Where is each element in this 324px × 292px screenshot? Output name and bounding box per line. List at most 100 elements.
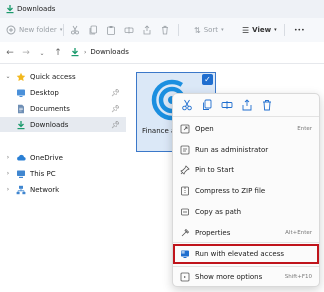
nav-item-label: Quick access	[30, 72, 76, 81]
copy-icon[interactable]	[88, 25, 98, 35]
sort-icon: ⇅	[194, 25, 201, 35]
menu-item-show-more-options[interactable]: Show more options Shift+F10	[173, 268, 319, 286]
toolbar-divider	[63, 24, 64, 36]
menu-item-properties[interactable]: Properties Alt+Enter	[173, 224, 319, 242]
share-icon[interactable]	[142, 25, 152, 35]
share-icon[interactable]	[241, 99, 253, 111]
back-button[interactable]: ←	[4, 47, 16, 59]
delete-icon[interactable]	[261, 99, 273, 111]
chevron-right-icon: ›	[84, 48, 87, 56]
nav-item-quick-access[interactable]: ⌄ Quick access	[0, 69, 126, 84]
up-button[interactable]: ↑	[52, 47, 64, 59]
window-title: Downloads	[17, 5, 56, 13]
arrow-right-icon: →	[22, 48, 30, 58]
more-options-icon	[180, 272, 190, 282]
nav-item-label: OneDrive	[30, 153, 63, 162]
chevron-right-icon[interactable]: ›	[4, 186, 12, 193]
navigation-pane: ⌄ Quick access Desktop 📌︎ Documents 📌︎ D…	[0, 64, 128, 292]
network-icon	[16, 185, 26, 194]
new-folder-label: New folder	[19, 26, 57, 34]
sort-label: Sort	[203, 26, 219, 34]
breadcrumb[interactable]: › Downloads	[70, 47, 129, 57]
desktop-icon	[17, 89, 25, 97]
command-bar: New folder ▾ ⇅ Sort ▾ ☰ View ▾ •••	[0, 18, 324, 42]
shield-icon	[180, 145, 190, 155]
view-icon: ☰	[242, 25, 250, 35]
arrow-up-icon: ↑	[54, 48, 62, 58]
new-folder-button[interactable]: New folder ▾	[6, 18, 62, 42]
menu-divider	[173, 266, 319, 267]
delete-icon[interactable]	[160, 25, 170, 35]
chevron-right-icon[interactable]: ›	[4, 170, 12, 177]
nav-item-desktop[interactable]: Desktop 📌︎	[0, 85, 126, 100]
open-icon	[180, 124, 190, 134]
arrow-left-icon: ←	[6, 48, 14, 58]
nav-item-onedrive[interactable]: › OneDrive	[0, 150, 126, 165]
download-icon	[71, 48, 79, 57]
menu-item-shortcut: Alt+Enter	[285, 230, 312, 236]
menu-item-open[interactable]: Open Enter	[173, 120, 319, 138]
nav-item-label: Desktop	[30, 88, 59, 97]
pin-icon	[180, 165, 190, 175]
rename-icon[interactable]	[221, 99, 233, 111]
elevated-icon	[181, 250, 189, 258]
menu-item-label: Show more options	[195, 273, 263, 281]
menu-item-pin-to-start[interactable]: Pin to Start	[173, 161, 319, 179]
file-name: Finance a	[142, 127, 176, 135]
sort-button[interactable]: ⇅ Sort ▾	[194, 18, 224, 42]
more-label: •••	[294, 26, 305, 34]
view-button[interactable]: ☰ View ▾	[242, 18, 277, 42]
cloud-icon	[17, 154, 26, 161]
download-icon	[17, 120, 25, 129]
nav-item-label: Network	[30, 185, 60, 194]
star-icon	[16, 72, 26, 81]
menu-divider	[173, 116, 319, 117]
forward-button[interactable]: →	[20, 47, 32, 59]
nav-item-documents[interactable]: Documents 📌︎	[0, 101, 126, 116]
menu-item-label: Run with elevated access	[195, 250, 285, 258]
cut-icon[interactable]	[181, 99, 193, 111]
properties-icon	[181, 228, 190, 237]
more-button[interactable]: •••	[294, 18, 305, 42]
menu-item-shortcut: Enter	[297, 126, 312, 132]
menu-item-copy-as-path[interactable]: Copy as path	[173, 203, 319, 221]
menu-item-label: Open	[195, 125, 214, 133]
copy-icon[interactable]	[201, 99, 213, 111]
chevron-down-icon[interactable]: ⌄	[4, 73, 12, 80]
toolbar-divider	[178, 24, 179, 36]
checkbox-checked-icon[interactable]: ✓	[202, 74, 213, 85]
menu-item-run-elevated[interactable]: Run with elevated access	[173, 244, 319, 264]
cut-icon[interactable]	[70, 25, 80, 35]
recent-button[interactable]: ⌄	[36, 47, 48, 59]
chevron-down-icon: ⌄	[39, 49, 45, 57]
download-folder-icon	[6, 5, 14, 14]
pin-icon[interactable]: 📌︎	[111, 121, 120, 129]
nav-item-label: Downloads	[30, 120, 69, 129]
copy-path-icon	[181, 208, 189, 216]
nav-item-label: This PC	[30, 169, 56, 178]
title-bar: Downloads	[0, 0, 324, 18]
rename-icon[interactable]	[124, 25, 134, 35]
pin-icon[interactable]: 📌︎	[111, 89, 120, 97]
documents-icon	[18, 104, 24, 113]
nav-item-this-pc[interactable]: › This PC	[0, 166, 126, 181]
nav-item-downloads[interactable]: Downloads 📌︎	[0, 117, 126, 132]
view-label: View	[252, 26, 272, 34]
chevron-right-icon[interactable]: ›	[4, 154, 12, 161]
new-icon	[6, 25, 16, 35]
pin-icon[interactable]: 📌︎	[111, 105, 120, 113]
chevron-down-icon: ▾	[221, 27, 224, 33]
menu-item-compress-zip[interactable]: Compress to ZIP file	[173, 182, 319, 200]
paste-icon[interactable]	[106, 25, 116, 35]
menu-item-label: Compress to ZIP file	[195, 187, 266, 195]
menu-item-run-as-administrator[interactable]: Run as administrator	[173, 141, 319, 159]
menu-item-label: Pin to Start	[195, 166, 235, 174]
nav-item-network[interactable]: › Network	[0, 182, 126, 197]
zip-icon	[181, 186, 189, 196]
breadcrumb-current: Downloads	[90, 48, 129, 56]
chevron-down-icon: ▾	[274, 27, 277, 33]
menu-item-shortcut: Shift+F10	[284, 274, 312, 280]
toolbar-divider	[284, 24, 285, 36]
context-menu-quick-actions	[173, 94, 319, 116]
menu-item-label: Copy as path	[195, 208, 242, 216]
